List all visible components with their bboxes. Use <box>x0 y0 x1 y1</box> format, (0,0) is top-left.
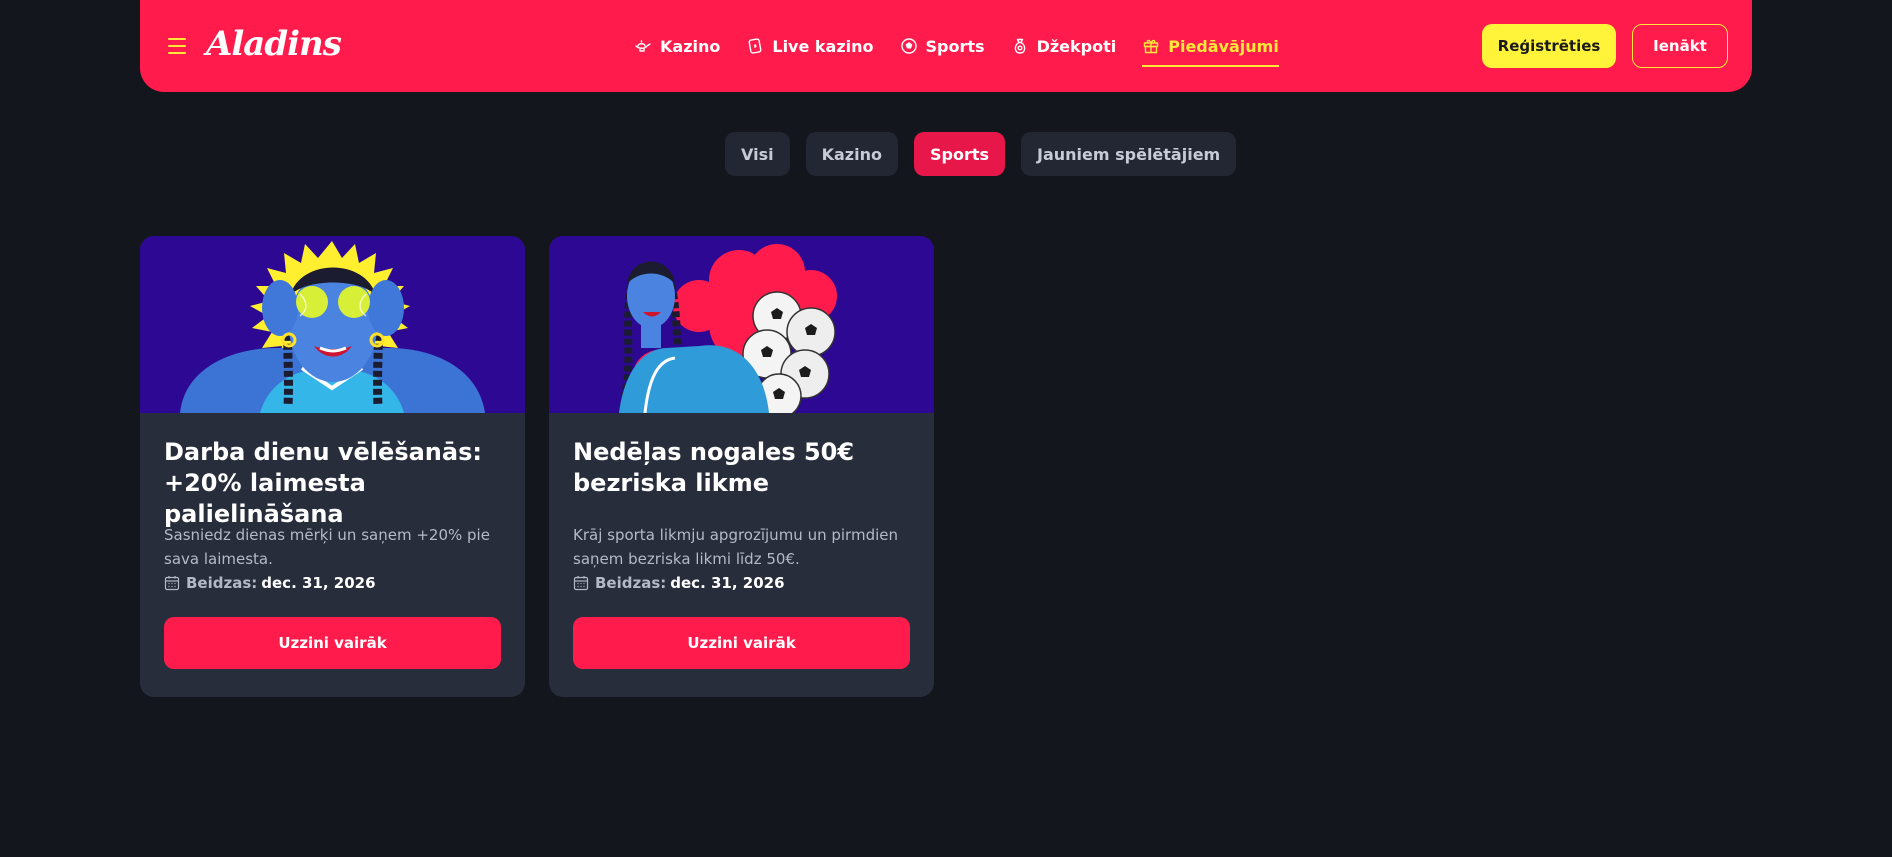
filter-visi[interactable]: Visi <box>725 132 790 176</box>
expiry-label: Beidzas: <box>595 574 667 592</box>
promo-title: Darba dienu vēlēšanās: +20% laimesta pal… <box>164 438 482 528</box>
register-button[interactable]: Reģistrēties <box>1482 24 1616 68</box>
nav-label: Džekpoti <box>1036 36 1117 56</box>
promo-description: Krāj sporta likmju apgrozījumu un pirmdi… <box>573 526 898 568</box>
main-nav: Kazino Live kazino Sports Džekpoti Piedā… <box>634 0 1279 92</box>
nav-item-sports[interactable]: Sports <box>900 0 985 92</box>
promo-title: Nedēļas nogales 50€ bezriska likme <box>573 438 855 497</box>
nav-label: Kazino <box>660 36 721 56</box>
expiry-label: Beidzas: <box>186 574 258 592</box>
nav-item-live-kazino[interactable]: Live kazino <box>746 0 874 92</box>
playing-card-icon <box>748 38 762 54</box>
money-bag-icon <box>1014 38 1025 54</box>
promo-image <box>549 236 934 413</box>
nav-label: Live kazino <box>772 36 874 56</box>
filter-kazino[interactable]: Kazino <box>805 132 898 176</box>
menu-icon[interactable] <box>168 38 186 54</box>
expiry-date: dec. 31, 2026 <box>261 574 376 592</box>
category-filters: Visi Kazino Sports Jauniem spēlētājiem <box>725 132 1237 176</box>
learn-more-button[interactable]: Uzzini vairāk <box>164 617 501 669</box>
filter-sports[interactable]: Sports <box>913 132 1005 176</box>
expiry-date: dec. 31, 2026 <box>670 574 785 592</box>
soccer-ball-icon <box>900 38 917 54</box>
promo-card: Nedēļas nogales 50€ bezriska likme Krāj … <box>549 236 934 697</box>
nav-item-kazino[interactable]: Kazino <box>634 0 720 92</box>
login-button[interactable]: Ienākt <box>1632 24 1728 68</box>
promo-expiry: Beidzas: dec. 31, 2026 <box>164 571 501 595</box>
promo-card: Darba dienu vēlēšanās: +20% laimesta pal… <box>140 236 525 697</box>
promo-image <box>140 236 525 413</box>
genie-lamp-icon <box>635 40 651 52</box>
nav-item-dzekpoti[interactable]: Džekpoti <box>1011 0 1117 92</box>
calendar-icon <box>573 576 589 591</box>
site-header: Aladins Kazino Live kazino Sports Džekpo… <box>140 0 1752 92</box>
calendar-icon <box>164 576 180 591</box>
promo-description: Sasniedz dienas mērķi un saņem +20% pie … <box>164 526 490 568</box>
nav-label: Piedāvājumi <box>1168 36 1279 56</box>
learn-more-button[interactable]: Uzzini vairāk <box>573 617 910 669</box>
gift-icon <box>1144 39 1159 54</box>
promo-expiry: Beidzas: dec. 31, 2026 <box>573 571 910 595</box>
nav-item-piedavajumi[interactable]: Piedāvājumi <box>1142 0 1279 92</box>
logo[interactable]: Aladins <box>206 24 342 64</box>
nav-label: Sports <box>925 36 985 56</box>
filter-jauniem-speletajiem[interactable]: Jauniem spēlētājiem <box>1021 132 1237 176</box>
